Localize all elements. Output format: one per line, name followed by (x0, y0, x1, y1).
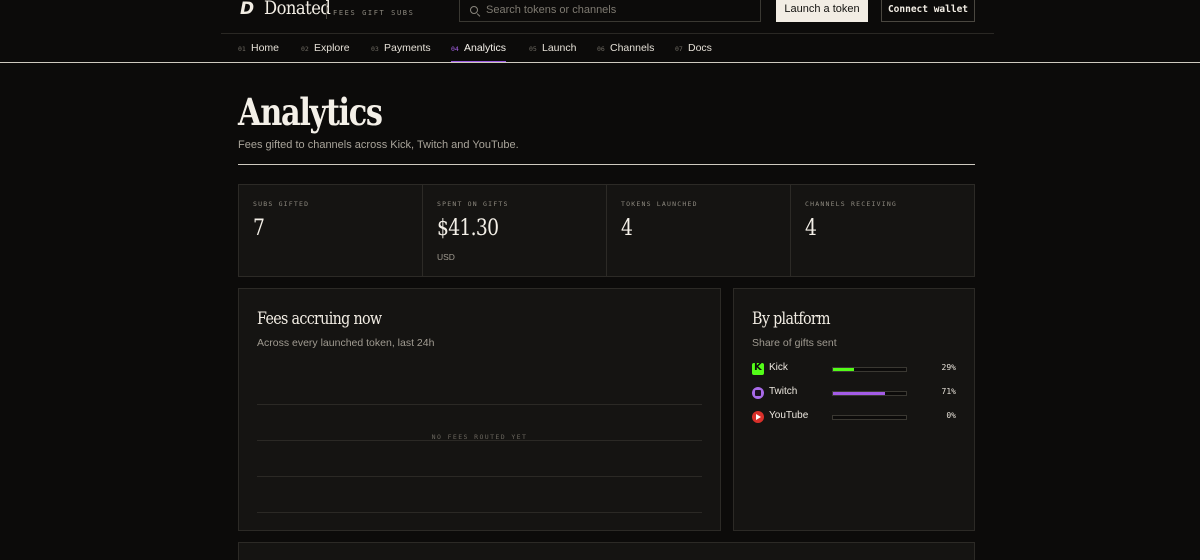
launch-token-button[interactable]: Launch a token (776, 0, 868, 22)
page-subtitle: Fees gifted to channels across Kick, Twi… (238, 139, 519, 151)
platform-row-kick: Kick 29% (752, 361, 957, 377)
fees-accruing-card: Fees accruing now Across every launched … (238, 288, 721, 531)
nav-item-launch[interactable]: 05 Launch (529, 34, 577, 63)
nav-item-label: Payments (384, 42, 431, 54)
platform-name: YouTube (769, 410, 809, 421)
search-input[interactable] (486, 1, 756, 19)
nav-item-payments[interactable]: 03 Payments (371, 34, 431, 63)
platform-row-twitch: Twitch 71% (752, 385, 957, 401)
nav-item-number: 04 (451, 45, 459, 53)
stat-label: SPENT ON GIFTS (437, 200, 509, 208)
share-bar-fill (833, 368, 854, 371)
analytics-page: D Donated FEES GIFT SUBS Launch a token … (0, 0, 1200, 560)
stat-unit: USD (437, 252, 455, 262)
brand-divider (326, 3, 327, 19)
nav-item-label: Analytics (464, 42, 507, 54)
empty-state-message: NO FEES ROUTED YET (431, 433, 528, 441)
stat-label: CHANNELS RECEIVING (805, 200, 898, 208)
donated-logo-icon[interactable]: D (240, 1, 258, 18)
nav-item-number: 03 (371, 45, 379, 53)
chart-gridline (257, 404, 702, 405)
nav-divider (0, 62, 1200, 63)
stat-tokens-launched: TOKENS LAUNCHED 4 (607, 185, 791, 276)
stats-grid: SUBS GIFTED 7 SPENT ON GIFTS $41.30 USD … (238, 184, 975, 277)
nav-item-home[interactable]: 01 Home (238, 34, 280, 63)
by-platform-card: By platform Share of gifts sent Kick 29%… (733, 288, 975, 531)
connect-wallet-button[interactable]: Connect wallet (881, 0, 975, 22)
nav-item-explore[interactable]: 02 Explore (301, 34, 350, 63)
brand-tagline: FEES GIFT SUBS (333, 9, 415, 17)
stat-value: 7 (253, 216, 265, 241)
share-bar (832, 367, 907, 372)
card-title: By platform (752, 309, 831, 329)
stat-value: $41.30 (437, 216, 499, 241)
nav-item-analytics[interactable]: 04 Analytics (451, 34, 506, 63)
youtube-icon (752, 411, 764, 423)
nav-item-number: 01 (238, 45, 246, 53)
nav-item-label: Docs (688, 42, 712, 54)
platform-name: Twitch (769, 386, 798, 397)
share-percent: 29% (941, 363, 956, 372)
share-bar (832, 391, 907, 396)
search-icon (470, 6, 478, 14)
stat-label: SUBS GIFTED (253, 200, 310, 208)
nav-item-label: Launch (542, 42, 577, 54)
brand-name[interactable]: Donated (264, 0, 331, 19)
main-nav: 01 Home 02 Explore 03 Payments 04 Analyt… (0, 34, 1200, 63)
nav-item-channels[interactable]: 06 Channels (597, 34, 655, 63)
stat-channels-receiving: CHANNELS RECEIVING 4 (791, 185, 974, 276)
share-bar (832, 415, 907, 420)
kick-icon (752, 362, 764, 375)
nav-item-number: 07 (675, 45, 683, 53)
chart-gridline (257, 476, 702, 477)
nav-item-docs[interactable]: 07 Docs (675, 34, 713, 63)
stat-value: 4 (805, 216, 817, 241)
nav-item-number: 02 (301, 45, 309, 53)
stat-spent-on-gifts: SPENT ON GIFTS $41.30 USD (423, 185, 607, 276)
nav-item-number: 05 (529, 45, 537, 53)
stat-value: 4 (621, 216, 633, 241)
stat-subs-gifted: SUBS GIFTED 7 (239, 185, 423, 276)
stat-label: TOKENS LAUNCHED (621, 200, 698, 208)
next-section-card (238, 542, 975, 560)
card-subtitle: Across every launched token, last 24h (257, 337, 435, 349)
page-title: Analytics (238, 90, 383, 134)
nav-item-label: Home (251, 42, 280, 54)
search-box[interactable] (459, 0, 761, 22)
share-percent: 71% (941, 387, 956, 396)
top-bar: D Donated FEES GIFT SUBS Launch a token … (0, 0, 1200, 34)
hero-divider (238, 164, 975, 165)
share-percent: 0% (946, 411, 956, 420)
twitch-icon (752, 387, 764, 399)
nav-item-number: 06 (597, 45, 605, 53)
card-title: Fees accruing now (257, 309, 382, 329)
nav-item-label: Explore (314, 42, 350, 54)
share-bar-fill (833, 392, 885, 395)
platform-name: Kick (769, 362, 788, 373)
card-subtitle: Share of gifts sent (752, 337, 837, 349)
chart-gridline (257, 512, 702, 513)
platform-row-youtube: YouTube 0% (752, 409, 957, 425)
nav-item-label: Channels (610, 42, 655, 54)
